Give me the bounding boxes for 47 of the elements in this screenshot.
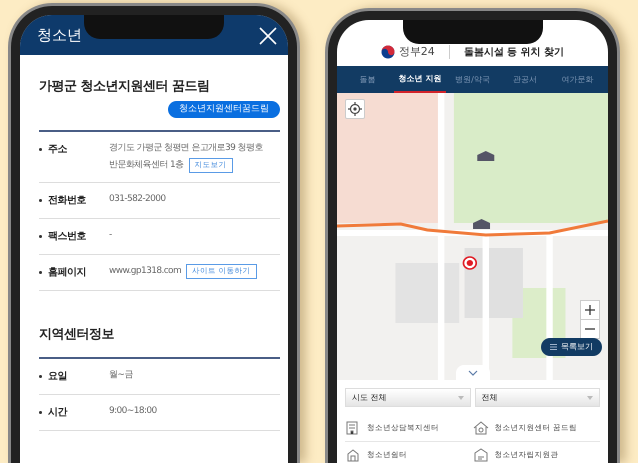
- category-tab[interactable]: 관공서: [498, 66, 552, 93]
- facility-name: 가평군 청소년지원센터 꿈드림: [39, 78, 211, 96]
- dropdown-arrow-icon: [458, 396, 464, 400]
- field-label: 홈페이지: [48, 266, 86, 280]
- list-icon: [550, 344, 557, 350]
- locate-button[interactable]: [345, 99, 365, 119]
- collapse-handle[interactable]: [456, 365, 490, 380]
- building-icon: [472, 447, 488, 463]
- field-label: 시간: [48, 406, 67, 420]
- chevron-down-icon: [468, 370, 478, 376]
- zoom-out-button[interactable]: [580, 319, 600, 339]
- dropdown-arrow-icon: [587, 396, 593, 400]
- plus-icon: [585, 305, 595, 315]
- category-tab[interactable]: 병원/약국: [446, 66, 499, 93]
- field-label: 주소: [48, 143, 67, 157]
- category-tab[interactable]: 돌봄: [341, 66, 394, 93]
- bullet-icon: [39, 235, 42, 238]
- close-icon: [258, 26, 278, 46]
- field-label: 팩스번호: [48, 230, 86, 244]
- field-value: 월~금: [109, 368, 133, 382]
- dropdown-field[interactable]: 시도 전체: [345, 388, 470, 407]
- bullet-icon: [39, 148, 42, 151]
- field-value: www.gp1318.com: [109, 265, 182, 278]
- emblem-icon: [380, 45, 395, 59]
- building-icon: [345, 447, 361, 463]
- bullet-icon: [39, 199, 42, 202]
- field-value: 9:00~18:00: [109, 404, 157, 418]
- category-tag[interactable]: 청소년지원센터꿈드림: [168, 100, 280, 118]
- bullet-icon: [39, 374, 42, 378]
- brand-name: 정부24: [398, 44, 435, 60]
- field-value: 경기도 가평군 청평면 은고개로39 청평호: [109, 142, 263, 155]
- field-value: 반문화체육센터 1층: [109, 159, 184, 172]
- field-value: 031-582-2000: [109, 193, 166, 206]
- section-title: 지역센터정보: [39, 326, 115, 344]
- field-label: 전화번호: [48, 194, 86, 208]
- field-label: 요일: [48, 370, 67, 384]
- bullet-icon: [39, 271, 42, 274]
- field-value: -: [109, 229, 112, 242]
- list-view-button[interactable]: 목록보기: [541, 338, 602, 356]
- crosshair-icon: [348, 102, 362, 116]
- bullet-icon: [39, 410, 42, 414]
- building-icon: [472, 420, 488, 436]
- page-title: 돌봄시설 등 위치 찾기: [464, 46, 564, 60]
- dropdown-field[interactable]: 전체: [474, 388, 600, 407]
- category-tab[interactable]: 여가문화: [551, 66, 604, 93]
- screen-title: 청소년: [37, 24, 82, 46]
- zoom-in-button[interactable]: [580, 300, 600, 320]
